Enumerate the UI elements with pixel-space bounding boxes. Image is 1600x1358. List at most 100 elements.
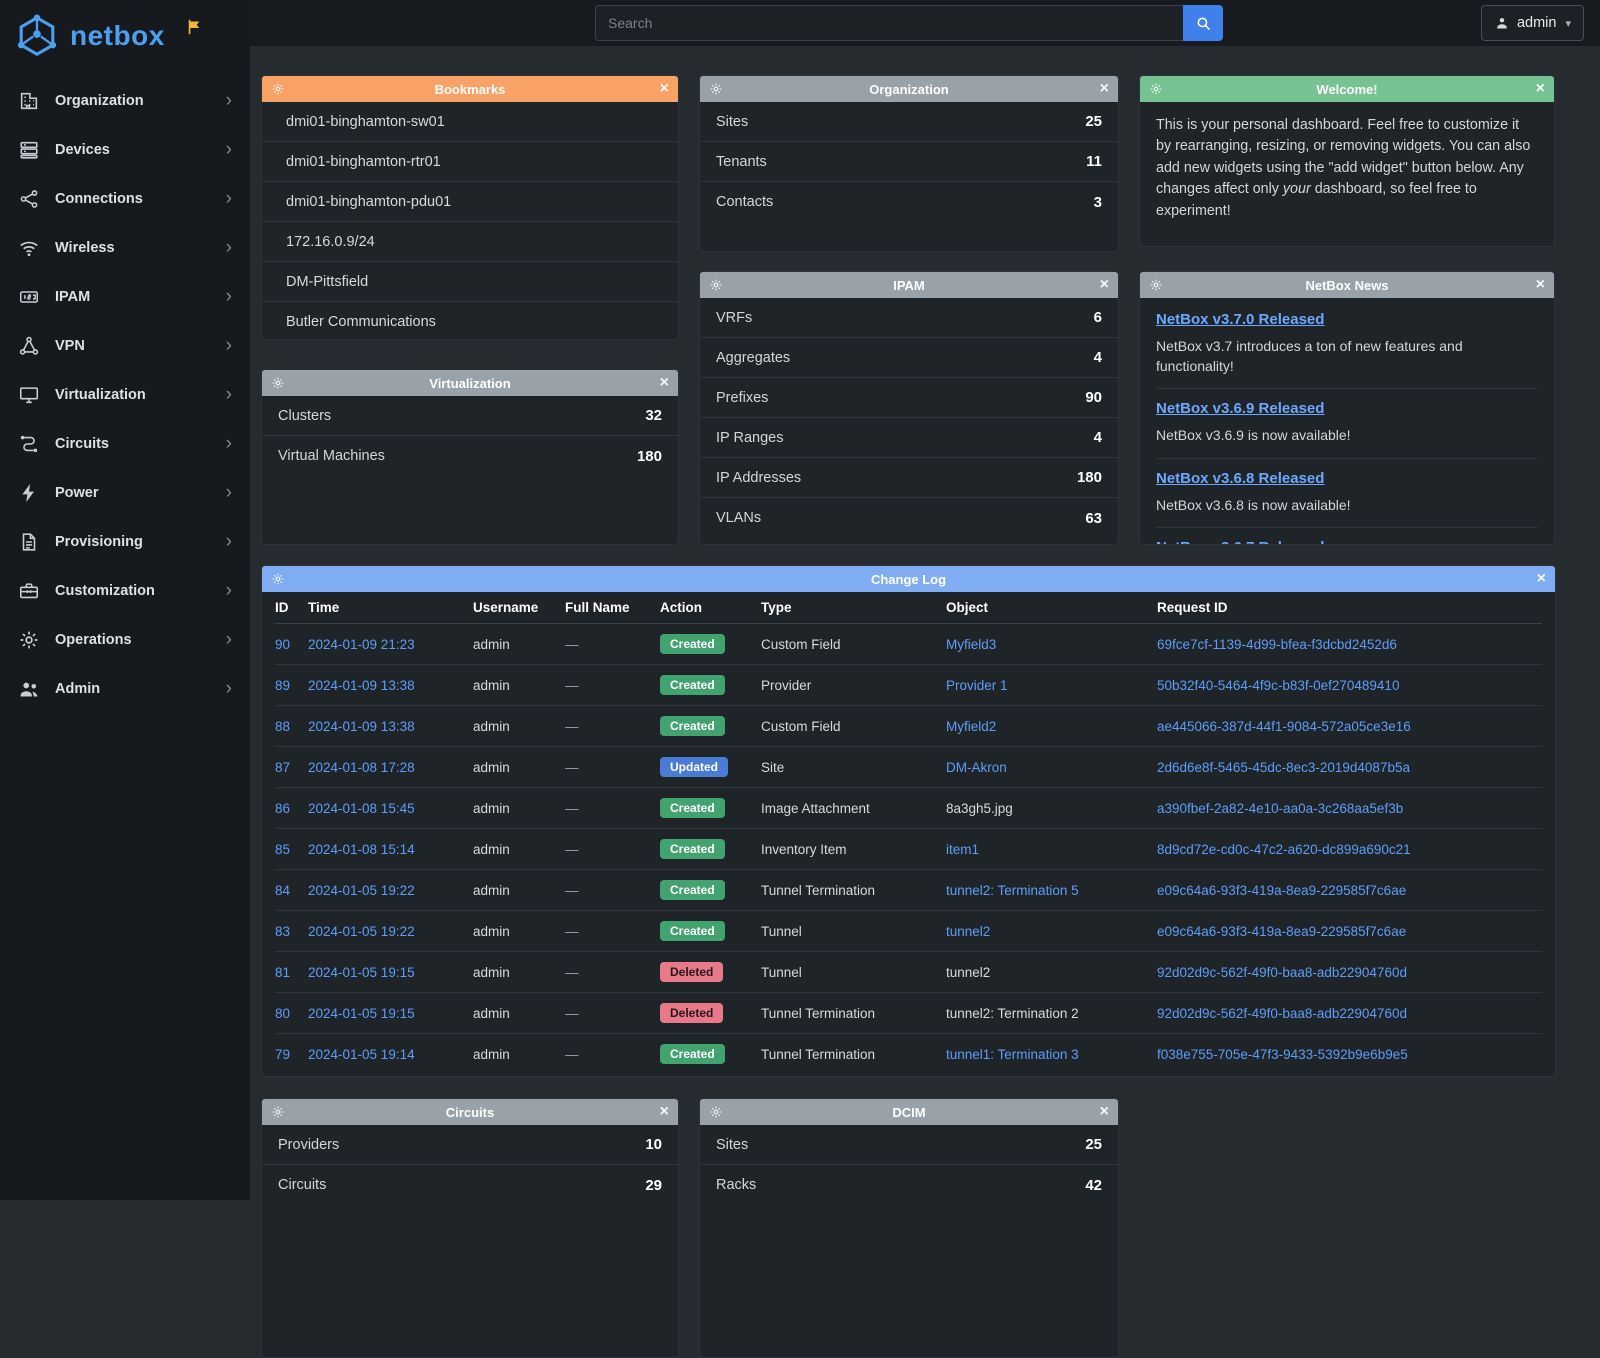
close-icon[interactable]: × [660, 375, 669, 391]
changelog-time-link[interactable]: 2024-01-05 19:14 [308, 1047, 415, 1062]
bookmark-item[interactable]: 172.16.0.9/24 [262, 222, 678, 262]
news-link[interactable]: NetBox v3.6.7 Released [1156, 539, 1324, 545]
sidebar-item-ipam[interactable]: IPAM› [0, 272, 250, 321]
sidebar-item-provisioning[interactable]: Provisioning› [0, 517, 250, 566]
changelog-id-link[interactable]: 79 [275, 1047, 290, 1062]
search-input[interactable] [595, 5, 1183, 41]
sidebar-item-customization[interactable]: Customization› [0, 566, 250, 615]
close-icon[interactable]: × [660, 1104, 669, 1120]
changelog-object-link[interactable]: item1 [946, 842, 979, 857]
changelog-request-link[interactable]: ae445066-387d-44f1-9084-572a05ce3e16 [1157, 719, 1411, 734]
stat-row[interactable]: Tenants11 [700, 142, 1118, 182]
changelog-id-link[interactable]: 85 [275, 842, 290, 857]
stat-row[interactable]: Prefixes90 [700, 378, 1118, 418]
close-icon[interactable]: × [1536, 81, 1545, 97]
news-link[interactable]: NetBox v3.7.0 Released [1156, 311, 1324, 328]
stat-row[interactable]: VLANs63 [700, 498, 1118, 538]
changelog-id-link[interactable]: 89 [275, 678, 290, 693]
gear-icon[interactable] [1149, 278, 1163, 292]
close-icon[interactable]: × [1100, 277, 1109, 293]
sidebar-item-wireless[interactable]: Wireless› [0, 223, 250, 272]
changelog-id-link[interactable]: 81 [275, 965, 290, 980]
changelog-request-link[interactable]: 92d02d9c-562f-49f0-baa8-adb22904760d [1157, 965, 1407, 980]
stat-row[interactable]: Sites25 [700, 102, 1118, 142]
gear-icon[interactable] [1149, 82, 1163, 96]
news-link[interactable]: NetBox v3.6.8 Released [1156, 470, 1324, 487]
stat-row[interactable]: Clusters32 [262, 396, 678, 436]
changelog-id-link[interactable]: 90 [275, 637, 290, 652]
sidebar-item-power[interactable]: Power› [0, 468, 250, 517]
stat-row[interactable]: Providers10 [262, 1125, 678, 1165]
changelog-request-link[interactable]: 69fce7cf-1139-4d99-bfea-f3dcbd2452d6 [1157, 637, 1397, 652]
changelog-time-link[interactable]: 2024-01-05 19:15 [308, 1006, 415, 1021]
changelog-request-link[interactable]: 92d02d9c-562f-49f0-baa8-adb22904760d [1157, 1006, 1407, 1021]
sidebar-item-devices[interactable]: Devices› [0, 125, 250, 174]
close-icon[interactable]: × [1536, 277, 1545, 293]
gear-icon[interactable] [271, 572, 285, 586]
sidebar-item-admin[interactable]: Admin› [0, 664, 250, 713]
bookmark-item[interactable]: DM-Pittsfield [262, 262, 678, 302]
changelog-request-link[interactable]: f038e755-705e-47f3-9433-5392b9e6b9e5 [1157, 1047, 1408, 1062]
changelog-id-link[interactable]: 80 [275, 1006, 290, 1021]
changelog-id-link[interactable]: 87 [275, 760, 290, 775]
changelog-object-link[interactable]: Provider 1 [946, 678, 1008, 693]
sidebar-item-virtualization[interactable]: Virtualization› [0, 370, 250, 419]
close-icon[interactable]: × [660, 81, 669, 97]
changelog-request-link[interactable]: e09c64a6-93f3-419a-8ea9-229585f7c6ae [1157, 924, 1406, 939]
changelog-object-link[interactable]: tunnel1: Termination 3 [946, 1047, 1079, 1062]
changelog-id-link[interactable]: 83 [275, 924, 290, 939]
stat-row[interactable]: IP Addresses180 [700, 458, 1118, 498]
changelog-time-link[interactable]: 2024-01-09 13:38 [308, 719, 415, 734]
sidebar-item-operations[interactable]: Operations› [0, 615, 250, 664]
pin-flag-icon[interactable] [185, 18, 203, 39]
gear-icon[interactable] [271, 376, 285, 390]
changelog-time-link[interactable]: 2024-01-08 15:45 [308, 801, 415, 816]
gear-icon[interactable] [709, 82, 723, 96]
changelog-time-link[interactable]: 2024-01-08 17:28 [308, 760, 415, 775]
changelog-object-link[interactable]: tunnel2: Termination 5 [946, 883, 1079, 898]
stat-row[interactable]: Virtual Machines180 [262, 436, 678, 476]
changelog-id-link[interactable]: 84 [275, 883, 290, 898]
stat-row[interactable]: Circuits29 [262, 1165, 678, 1205]
changelog-time-link[interactable]: 2024-01-09 13:38 [308, 678, 415, 693]
bookmark-item[interactable]: Butler Communications [262, 302, 678, 340]
gear-icon[interactable] [709, 1105, 723, 1119]
changelog-time-link[interactable]: 2024-01-05 19:22 [308, 924, 415, 939]
sidebar-item-connections[interactable]: Connections› [0, 174, 250, 223]
close-icon[interactable]: × [1100, 81, 1109, 97]
bookmark-item[interactable]: dmi01-binghamton-pdu01 [262, 182, 678, 222]
changelog-object-link[interactable]: DM-Akron [946, 760, 1007, 775]
changelog-request-link[interactable]: a390fbef-2a82-4e10-aa0a-3c268aa5ef3b [1157, 801, 1403, 816]
changelog-time-link[interactable]: 2024-01-05 19:15 [308, 965, 415, 980]
changelog-object-link[interactable]: tunnel2 [946, 924, 990, 939]
changelog-id-link[interactable]: 88 [275, 719, 290, 734]
changelog-time-link[interactable]: 2024-01-09 21:23 [308, 637, 415, 652]
search-button[interactable] [1183, 5, 1223, 41]
stat-row[interactable]: Sites25 [700, 1125, 1118, 1165]
stat-row[interactable]: Racks42 [700, 1165, 1118, 1205]
changelog-request-link[interactable]: 50b32f40-5464-4f9c-b83f-0ef270489410 [1157, 678, 1399, 693]
sidebar-item-circuits[interactable]: Circuits› [0, 419, 250, 468]
changelog-time-link[interactable]: 2024-01-05 19:22 [308, 883, 415, 898]
changelog-time-link[interactable]: 2024-01-08 15:14 [308, 842, 415, 857]
stat-row[interactable]: IP Ranges4 [700, 418, 1118, 458]
sidebar-item-vpn[interactable]: VPN› [0, 321, 250, 370]
close-icon[interactable]: × [1100, 1104, 1109, 1120]
stat-row[interactable]: Contacts3 [700, 182, 1118, 222]
gear-icon[interactable] [709, 278, 723, 292]
changelog-id-link[interactable]: 86 [275, 801, 290, 816]
changelog-object-link[interactable]: Myfield2 [946, 719, 996, 734]
gear-icon[interactable] [271, 1105, 285, 1119]
close-icon[interactable]: × [1537, 571, 1546, 587]
news-link[interactable]: NetBox v3.6.9 Released [1156, 400, 1324, 417]
brand[interactable]: netbox [0, 0, 250, 72]
changelog-request-link[interactable]: e09c64a6-93f3-419a-8ea9-229585f7c6ae [1157, 883, 1406, 898]
stat-row[interactable]: VRFs6 [700, 298, 1118, 338]
user-menu[interactable]: admin ▾ [1481, 5, 1584, 41]
bookmark-item[interactable]: dmi01-binghamton-sw01 [262, 102, 678, 142]
sidebar-item-organization[interactable]: Organization› [0, 76, 250, 125]
changelog-request-link[interactable]: 8d9cd72e-cd0c-47c2-a620-dc899a690c21 [1157, 842, 1411, 857]
changelog-object-link[interactable]: Myfield3 [946, 637, 996, 652]
changelog-request-link[interactable]: 2d6d6e8f-5465-45dc-8ec3-2019d4087b5a [1157, 760, 1410, 775]
gear-icon[interactable] [271, 82, 285, 96]
